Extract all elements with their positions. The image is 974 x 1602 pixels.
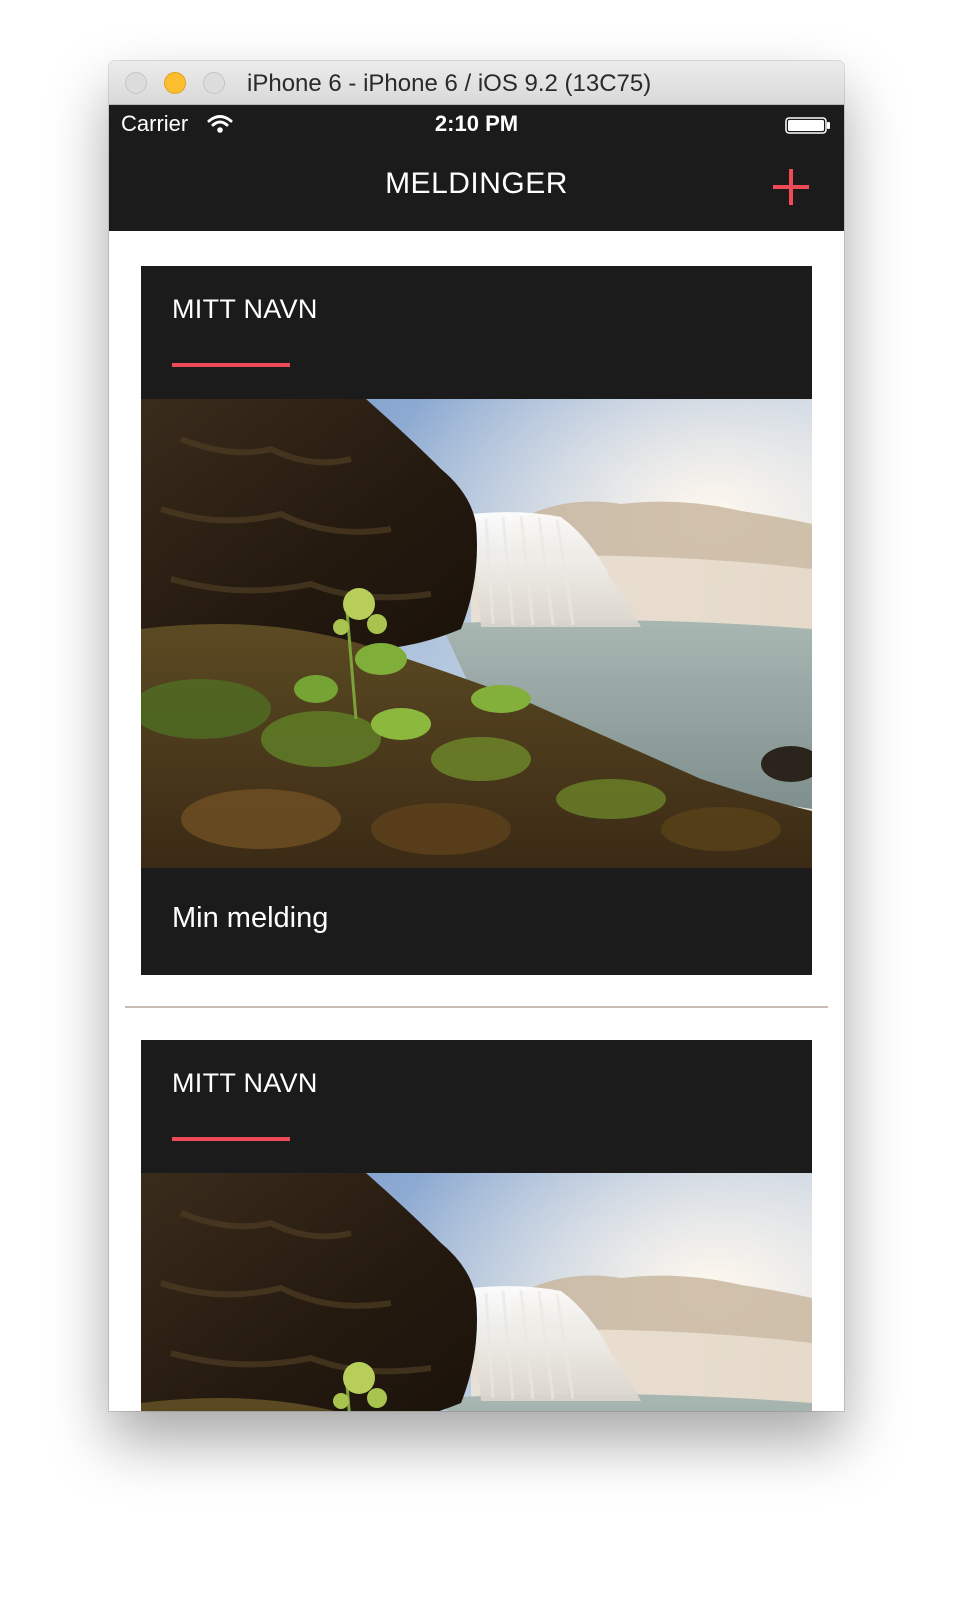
battery-icon	[785, 117, 830, 134]
zoom-window-button[interactable]	[203, 72, 225, 94]
navigation-bar: MELDINGER	[109, 145, 844, 231]
message-author-name: MITT NAVN	[172, 1068, 318, 1098]
status-bar: Carrier 2:10 PM	[109, 105, 844, 145]
nav-title: MELDINGER	[385, 167, 568, 200]
message-card-header: MITT NAVN	[141, 266, 812, 399]
message-divider	[125, 1006, 828, 1008]
window-title: iPhone 6 - iPhone 6 / iOS 9.2 (13C75)	[247, 70, 652, 97]
accent-underline	[172, 1137, 290, 1141]
message-card-header: MITT NAVN	[141, 1040, 812, 1173]
plus-icon	[773, 169, 809, 205]
minimize-window-button[interactable]	[164, 72, 186, 94]
status-time: 2:10 PM	[434, 111, 519, 136]
phone-screen: Carrier 2:10 PM MELDINGER MITT NAVN Min …	[109, 105, 844, 1411]
close-window-button[interactable]	[125, 72, 147, 94]
message-author-name: MITT NAVN	[172, 294, 318, 324]
simulator-window: iPhone 6 - iPhone 6 / iOS 9.2 (13C75) Ca…	[109, 61, 844, 1411]
accent-underline	[172, 363, 290, 367]
message-text: Min melding	[172, 902, 329, 934]
add-message-button[interactable]	[769, 165, 813, 209]
window-titlebar[interactable]: iPhone 6 - iPhone 6 / iOS 9.2 (13C75)	[109, 61, 844, 105]
message-photo	[141, 399, 812, 868]
message-card[interactable]: MITT NAVN	[141, 1040, 812, 1411]
message-photo	[141, 1173, 812, 1411]
message-card[interactable]: MITT NAVN Min melding	[141, 266, 812, 975]
messages-feed[interactable]: MITT NAVN Min melding MITT NAVN	[109, 231, 844, 1411]
